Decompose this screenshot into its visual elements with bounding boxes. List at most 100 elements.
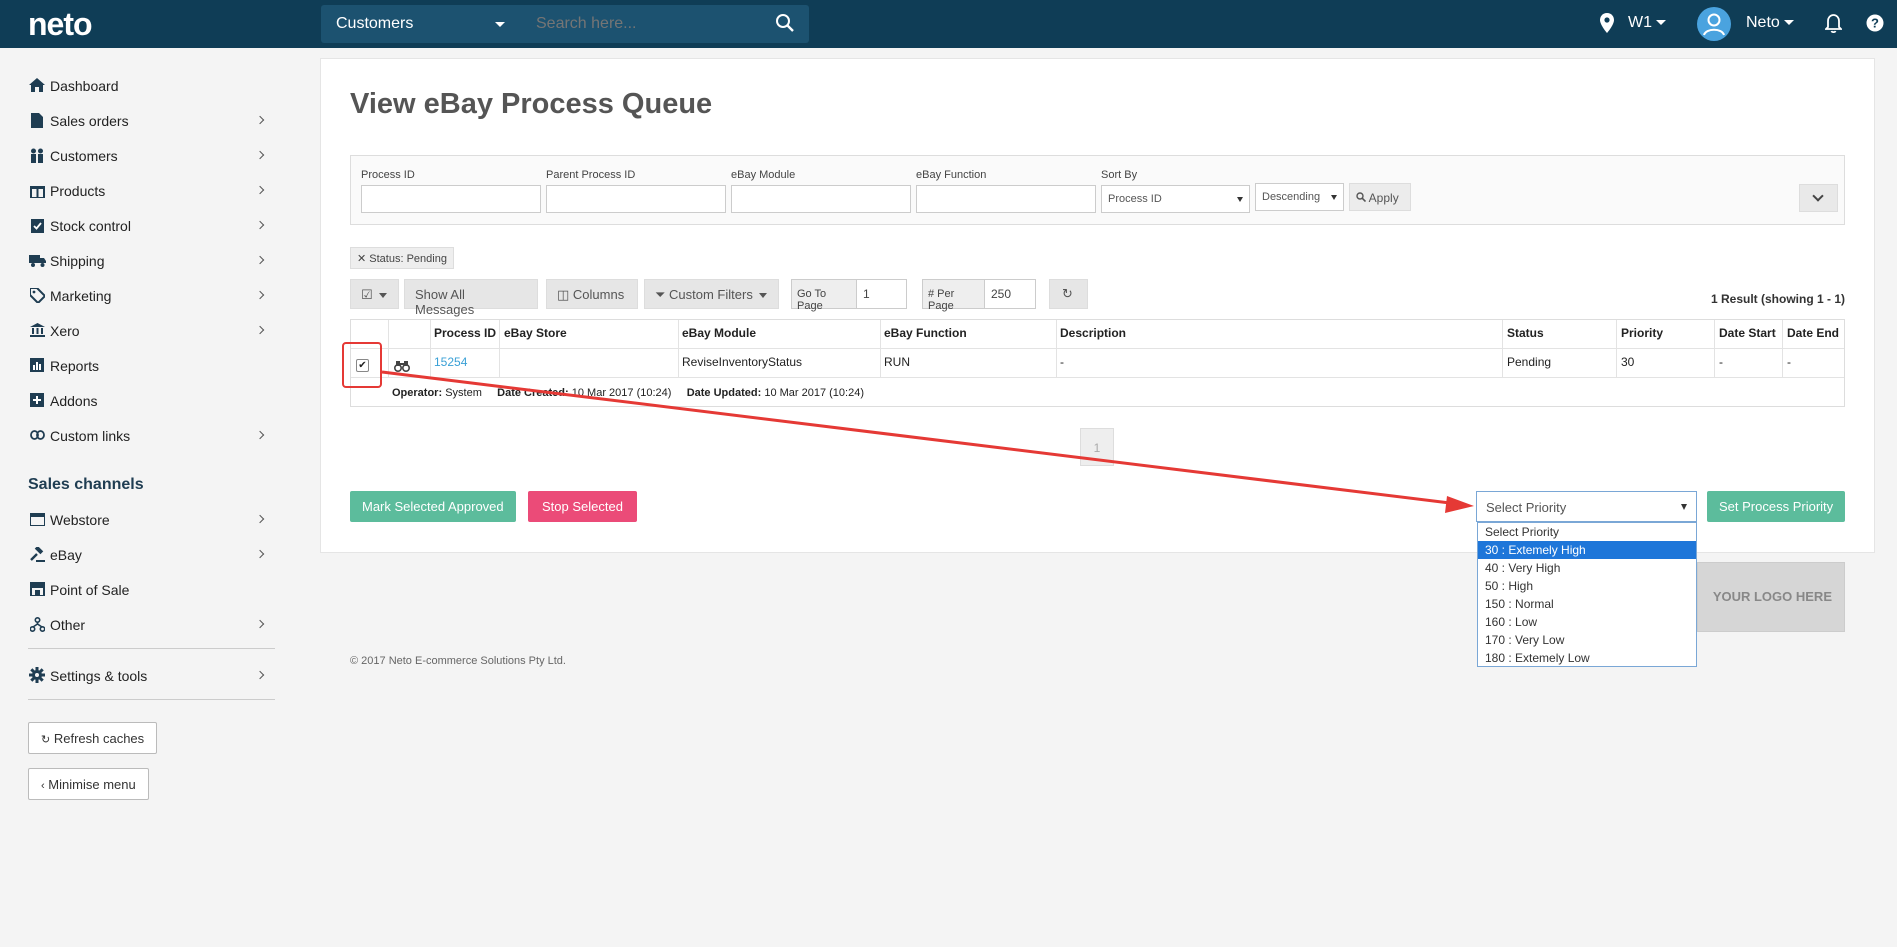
process-id-input[interactable] xyxy=(361,185,541,213)
users-icon xyxy=(28,146,46,164)
refresh-button[interactable]: ↻ xyxy=(1049,279,1088,309)
user-name: Neto xyxy=(1746,14,1780,31)
column-header[interactable]: eBay Store xyxy=(504,326,567,340)
location-menu[interactable]: W1 xyxy=(1628,14,1666,32)
chevron-right-icon xyxy=(255,255,265,265)
sidebar-item-marketing[interactable]: Marketing xyxy=(28,286,273,316)
table-divider xyxy=(351,377,1844,378)
sidebar-item-label: Xero xyxy=(50,323,80,339)
column-header[interactable]: Description xyxy=(1060,326,1126,340)
sidebar-item-other[interactable]: Other xyxy=(28,615,273,645)
show-all-messages-label: Show All Messages xyxy=(415,287,475,317)
logo-placeholder: YOUR LOGO HERE xyxy=(1697,562,1845,632)
priority-select[interactable]: Select Priority xyxy=(1476,491,1697,522)
per-page-input[interactable]: 250 xyxy=(991,287,1011,301)
document-icon xyxy=(28,111,46,129)
status-filter-chip[interactable]: ✕ Status: Pending xyxy=(350,247,454,269)
date-updated-value: 10 Mar 2017 (10:24) xyxy=(764,387,864,399)
refresh-icon: ↻ xyxy=(41,734,51,746)
avatar[interactable] xyxy=(1697,7,1731,41)
sidebar-item-custom-links[interactable]: Custom links xyxy=(28,426,273,456)
chevron-right-icon xyxy=(255,115,265,125)
sidebar-item-settings[interactable]: Settings & tools xyxy=(28,666,273,696)
stop-selected-button[interactable]: Stop Selected xyxy=(528,491,637,522)
sidebar-item-products[interactable]: Products xyxy=(28,181,273,211)
apply-button[interactable]: Apply xyxy=(1349,183,1411,211)
bulk-select-button[interactable]: ☑ xyxy=(350,279,399,309)
tag-icon xyxy=(28,286,46,304)
column-header[interactable]: Process ID xyxy=(434,326,496,340)
sidebar-item-sales-orders[interactable]: Sales orders xyxy=(28,111,273,141)
bell-icon[interactable] xyxy=(1823,13,1844,38)
pagination-page[interactable]: 1 xyxy=(1080,428,1114,466)
priority-option[interactable]: 50 : High xyxy=(1478,577,1696,595)
sort-order-select[interactable]: Descending xyxy=(1255,183,1344,211)
user-menu[interactable]: Neto xyxy=(1746,14,1794,32)
sidebar-item-label: Settings & tools xyxy=(50,668,148,684)
priority-option[interactable]: Select Priority xyxy=(1478,523,1696,541)
priority-option[interactable]: 170 : Very Low xyxy=(1478,631,1696,649)
page-title: View eBay Process Queue xyxy=(350,88,713,120)
show-all-messages-button[interactable]: Show All Messages xyxy=(404,279,538,317)
sidebar-item-label: Sales orders xyxy=(50,113,129,129)
custom-filters-button[interactable]: ⏷ Custom Filters xyxy=(644,279,779,309)
sidebar-item-point-of-sale[interactable]: Point of Sale xyxy=(28,580,273,610)
set-process-priority-button[interactable]: Set Process Priority xyxy=(1707,491,1846,522)
global-search: Customers xyxy=(321,5,809,43)
sidebar-item-shipping[interactable]: Shipping xyxy=(28,251,273,281)
row-checkbox[interactable]: ✔ xyxy=(356,359,369,372)
help-icon[interactable]: ? xyxy=(1866,14,1884,37)
sidebar-item-addons[interactable]: Addons xyxy=(28,391,273,421)
column-header[interactable]: Date Start xyxy=(1719,326,1776,340)
column-header[interactable]: Status xyxy=(1507,326,1544,340)
sidebar-item-xero[interactable]: Xero xyxy=(28,321,273,351)
sidebar-item-label: Webstore xyxy=(50,512,110,528)
parent-process-id-input[interactable] xyxy=(546,185,726,213)
sidebar-item-webstore[interactable]: Webstore xyxy=(28,510,273,540)
priority-option[interactable]: 30 : Extemely High xyxy=(1478,541,1696,559)
sidebar-item-stock-control[interactable]: Stock control xyxy=(28,216,273,246)
search-icon[interactable] xyxy=(775,13,795,38)
expand-filters-button[interactable] xyxy=(1799,184,1838,212)
column-header[interactable]: eBay Function xyxy=(884,326,967,340)
mark-selected-approved-button[interactable]: Mark Selected Approved xyxy=(350,491,516,522)
operator-value: System xyxy=(445,387,482,399)
binoculars-icon[interactable] xyxy=(393,359,411,377)
go-to-page-input[interactable]: 1 xyxy=(863,287,870,301)
ebay-module-input[interactable] xyxy=(731,185,911,213)
priority-option[interactable]: 180 : Extemely Low xyxy=(1478,649,1696,667)
chevron-right-icon xyxy=(255,150,265,160)
search-scope-select[interactable]: Customers xyxy=(321,5,521,43)
filter-icon: ⏷ xyxy=(655,287,666,302)
table-divider xyxy=(1714,320,1715,378)
sidebar-item-ebay[interactable]: eBay xyxy=(28,545,273,575)
sidebar-item-customers[interactable]: Customers xyxy=(28,146,273,176)
chevron-right-icon xyxy=(255,220,265,230)
go-to-page-group: Go To Page 1 xyxy=(791,279,907,312)
priority-option[interactable]: 160 : Low xyxy=(1478,613,1696,631)
column-header[interactable]: Date End xyxy=(1787,326,1839,340)
sort-by-select[interactable]: Process ID xyxy=(1101,185,1250,213)
chevron-right-icon xyxy=(255,549,265,559)
column-header[interactable]: eBay Module xyxy=(682,326,756,340)
priority-option[interactable]: 40 : Very High xyxy=(1478,559,1696,577)
ebay-function-input[interactable] xyxy=(916,185,1096,213)
neto-logo[interactable]: neto xyxy=(28,6,93,43)
sidebar-item-dashboard[interactable]: Dashboard xyxy=(28,76,273,106)
minimise-menu-button[interactable]: ‹ Minimise menu xyxy=(28,768,149,800)
search-input[interactable] xyxy=(526,5,756,43)
chevron-left-icon: ‹ xyxy=(41,780,45,792)
date-updated-label: Date Updated: xyxy=(686,387,762,399)
sales-channels-heading: Sales channels xyxy=(28,476,144,493)
process-id-link[interactable]: 15254 xyxy=(434,355,467,369)
copyright: © 2017 Neto E-commerce Solutions Pty Ltd… xyxy=(350,655,566,667)
refresh-icon: ↻ xyxy=(1062,286,1073,301)
column-header[interactable]: Priority xyxy=(1621,326,1663,340)
priority-option[interactable]: 150 : Normal xyxy=(1478,595,1696,613)
columns-button[interactable]: ◫ Columns xyxy=(546,279,638,309)
sidebar-item-label: Marketing xyxy=(50,288,112,304)
close-icon[interactable]: ✕ xyxy=(357,253,366,265)
date-created-value: 10 Mar 2017 (10:24) xyxy=(571,387,672,399)
sidebar-item-reports[interactable]: Reports xyxy=(28,356,273,386)
refresh-caches-button[interactable]: ↻ Refresh caches xyxy=(28,722,158,754)
